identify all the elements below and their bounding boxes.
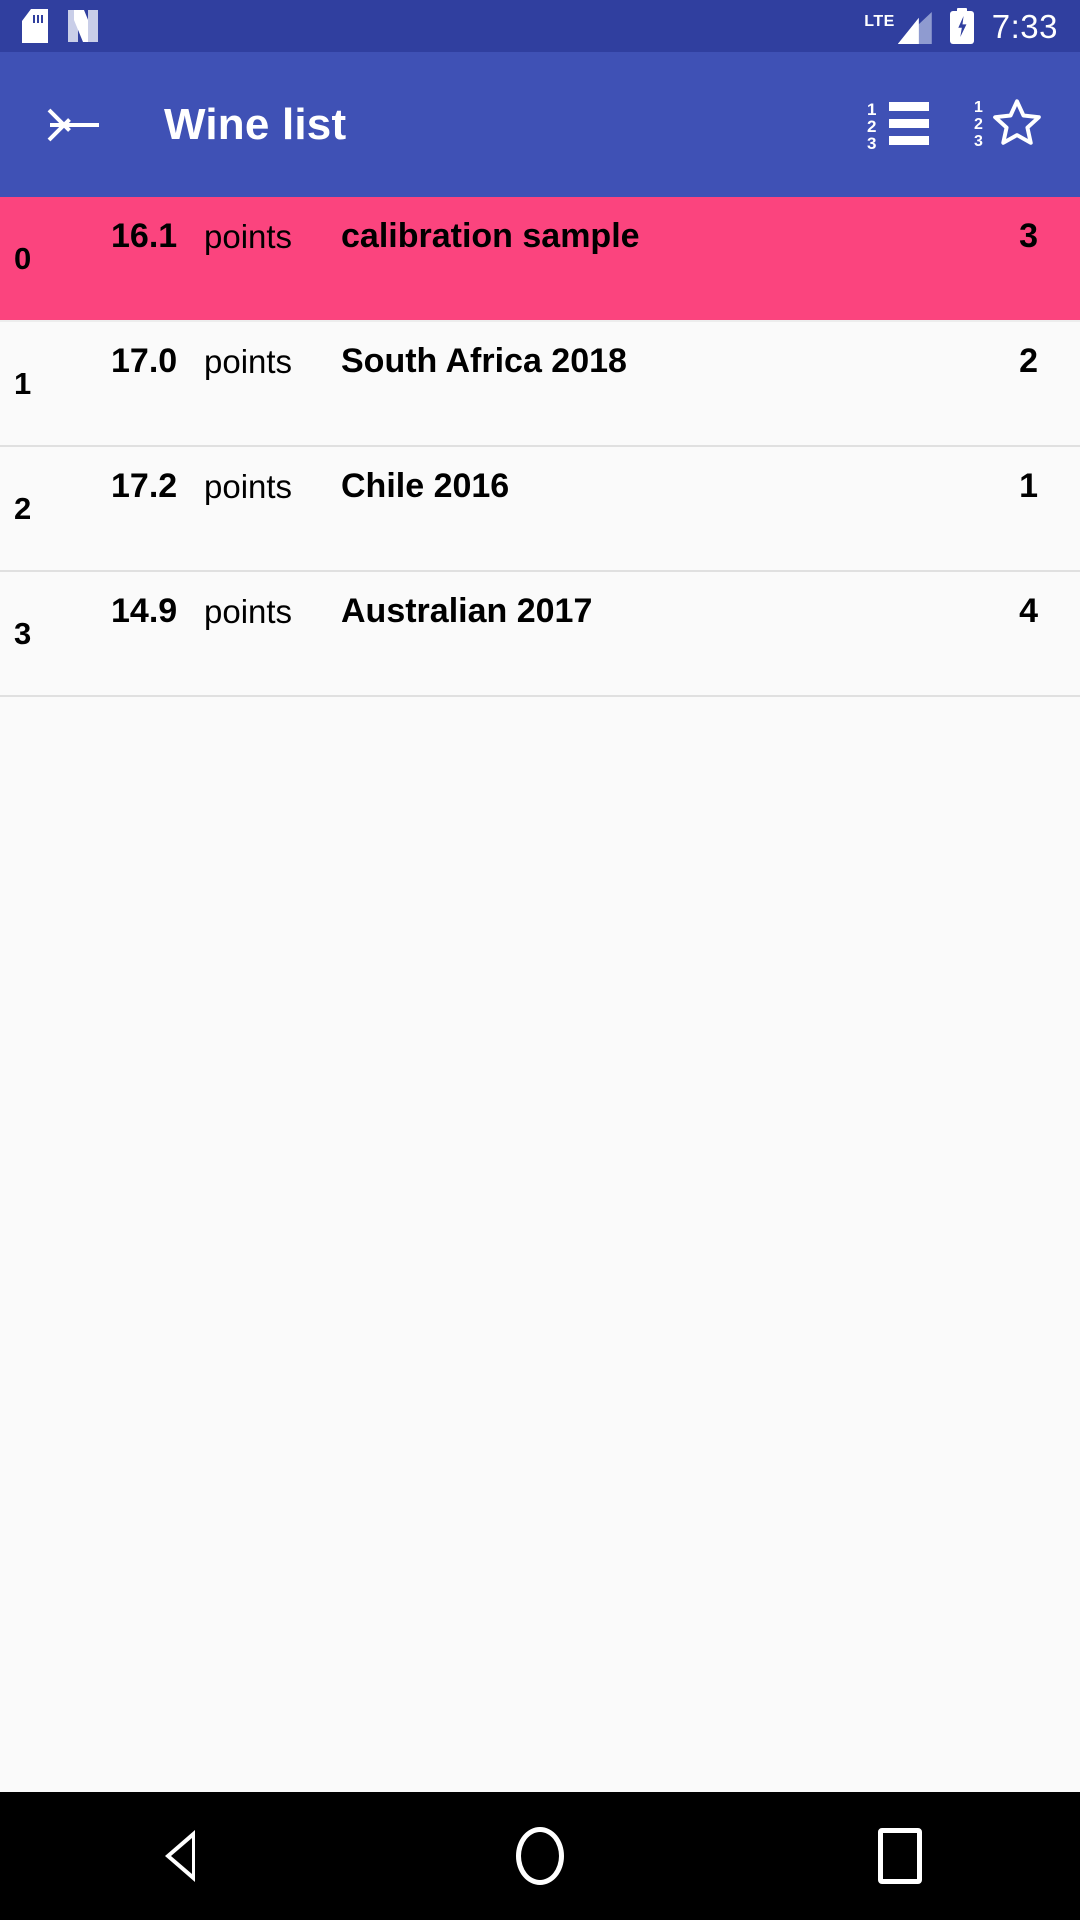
nav-recents-icon — [878, 1828, 922, 1884]
numstar-digit-3: 3 — [974, 132, 983, 150]
sort-by-number-button[interactable]: 1 2 3 — [860, 87, 936, 163]
sort-by-rating-button[interactable]: 1 2 3 — [970, 87, 1046, 163]
nav-home-icon — [516, 1827, 564, 1885]
row-index: 2 — [14, 491, 32, 526]
nav-recents-button[interactable] — [825, 1792, 975, 1920]
table-row[interactable]: 2 17.2 points Chile 2016 1 — [0, 447, 1080, 572]
row-count: 4 — [1019, 592, 1038, 630]
lte-signal-icon: LTE — [864, 8, 932, 44]
nav-back-button[interactable] — [105, 1792, 255, 1920]
sort-by-rating-icon: 1 2 3 — [974, 98, 1042, 152]
numlist-digit-1: 1 — [867, 99, 877, 119]
numlist-digit-3: 3 — [867, 133, 877, 153]
numstar-digit-1: 1 — [974, 98, 983, 116]
row-count: 3 — [1019, 217, 1038, 255]
table-row[interactable]: 3 14.9 points Australian 2017 4 — [0, 572, 1080, 697]
android-navigation-bar — [0, 1792, 1080, 1920]
back-button[interactable] — [26, 77, 122, 173]
row-name: calibration sample — [341, 217, 640, 255]
row-index: 1 — [14, 366, 32, 401]
row-index: 0 — [14, 241, 32, 276]
row-name: South Africa 2018 — [341, 342, 627, 380]
status-bar-left-icons — [22, 9, 98, 43]
page-title: Wine list — [164, 99, 347, 149]
status-bar-right-icons: LTE 7:33 — [864, 8, 1058, 44]
status-bar: LTE 7:33 — [0, 0, 1080, 52]
toolbar-actions: 1 2 3 1 2 3 — [860, 87, 1054, 163]
app-screen: LTE 7:33 Wine list 1 2 3 1 2 3 0 16.1 po… — [0, 0, 1080, 1920]
sdcard-icon — [22, 9, 48, 43]
star-outline-icon — [993, 98, 1041, 145]
nougat-icon — [68, 10, 98, 42]
wine-list[interactable]: 0 16.1 points calibration sample 3 1 17.… — [0, 197, 1080, 1792]
row-score: 17.2 — [111, 467, 178, 505]
table-row[interactable]: 0 16.1 points calibration sample 3 — [0, 197, 1080, 322]
row-count: 2 — [1019, 342, 1038, 380]
row-index: 3 — [14, 616, 32, 651]
row-unit-label: points — [204, 343, 293, 380]
nav-back-icon — [165, 1830, 195, 1882]
numlist-digit-2: 2 — [867, 116, 877, 136]
row-score: 14.9 — [111, 592, 178, 630]
row-score: 16.1 — [111, 217, 178, 255]
back-arrow-icon — [47, 102, 100, 148]
sort-by-number-icon: 1 2 3 — [867, 99, 929, 153]
row-score: 17.0 — [111, 342, 178, 380]
row-unit-label: points — [204, 218, 293, 255]
row-name: Chile 2016 — [341, 467, 510, 505]
row-unit-label: points — [204, 468, 293, 505]
row-name: Australian 2017 — [341, 592, 593, 630]
battery-charging-icon — [949, 8, 974, 44]
row-unit-label: points — [204, 593, 293, 630]
status-bar-clock: 7:33 — [991, 7, 1058, 45]
nav-home-button[interactable] — [465, 1792, 615, 1920]
lte-label: LTE — [864, 13, 895, 30]
table-row[interactable]: 1 17.0 points South Africa 2018 2 — [0, 322, 1080, 447]
row-count: 1 — [1019, 467, 1038, 505]
numstar-digit-2: 2 — [974, 115, 983, 133]
app-toolbar: Wine list 1 2 3 1 2 3 — [0, 52, 1080, 197]
